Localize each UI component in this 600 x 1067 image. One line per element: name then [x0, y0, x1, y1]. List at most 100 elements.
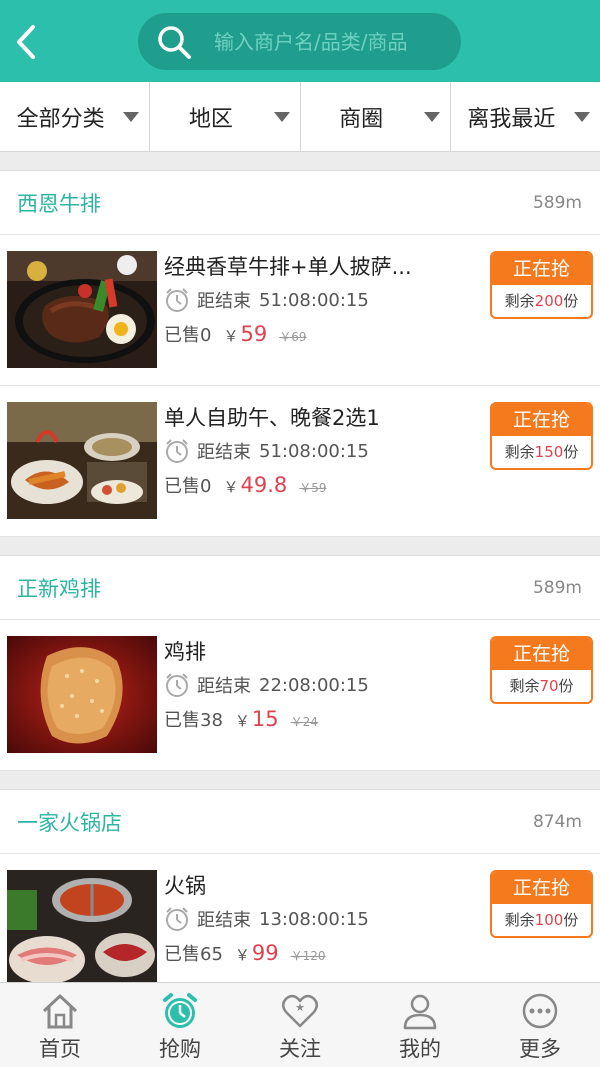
countdown-value: 51:08:00:15: [259, 289, 369, 311]
shop-name: 西恩牛排: [17, 191, 101, 216]
deal-image-hotpot: [7, 870, 157, 982]
original-price: ￥24: [290, 715, 318, 729]
countdown-label: 距结束: [197, 910, 251, 931]
filter-sort-distance[interactable]: 离我最近: [451, 82, 600, 151]
shop-header[interactable]: 西恩牛排 589m: [0, 171, 600, 235]
tab-label: 更多: [519, 1037, 561, 1061]
deal-price-row: 已售38 ￥ 15 ￥24: [164, 706, 318, 732]
deal-countdown: 距结束 51:08:00:15: [164, 438, 369, 464]
grab-badge[interactable]: 正在抢 剩余150份: [490, 402, 593, 470]
filter-category[interactable]: 全部分类: [0, 82, 151, 151]
shop-name: 正新鸡排: [17, 576, 101, 601]
deal-price: 99: [251, 941, 279, 965]
home-icon: [42, 994, 78, 1029]
deal-title: 经典香草牛排+单人披萨...: [164, 255, 412, 279]
search-icon: [152, 20, 196, 64]
filter-region[interactable]: 地区: [150, 82, 301, 151]
search-input[interactable]: [214, 29, 454, 54]
deal-countdown: 距结束 22:08:00:15: [164, 672, 369, 698]
sold-count: 已售38: [164, 710, 223, 731]
deal-countdown: 距结束 13:08:00:15: [164, 906, 369, 932]
grab-button-label: 正在抢: [492, 638, 591, 670]
remaining-count: 100: [534, 911, 564, 929]
dropdown-triangle-icon: [123, 112, 140, 122]
currency-symbol: ￥: [223, 327, 239, 345]
shop-header[interactable]: 一家火锅店 874m: [0, 790, 600, 854]
filter-label: 商圈: [339, 106, 384, 132]
deal-image-steak: [7, 251, 157, 368]
tab-more[interactable]: 更多: [480, 983, 600, 1067]
original-price: ￥59: [299, 481, 327, 495]
alarm-clock-icon: [166, 907, 188, 931]
alarm-clock-icon: [166, 288, 188, 312]
original-price: ￥69: [279, 330, 307, 344]
shop-distance: 874m: [532, 811, 582, 832]
dropdown-triangle-icon: [273, 112, 290, 122]
tab-label: 抢购: [159, 1037, 201, 1061]
remaining-prefix: 剩余: [504, 911, 535, 929]
sold-count: 已售0: [164, 476, 212, 497]
tab-flash-sale[interactable]: 抢购: [120, 983, 240, 1067]
deal-item[interactable]: 火锅 距结束 13:08:00:15 已售65 ￥ 99 ￥120 正在抢 剩余…: [0, 854, 600, 982]
shop-distance: 589m: [532, 577, 582, 598]
countdown-label: 距结束: [197, 676, 251, 697]
remaining-suffix: 份: [558, 677, 574, 695]
sold-count: 已售65: [164, 944, 223, 965]
grab-badge[interactable]: 正在抢 剩余100份: [490, 870, 593, 938]
remaining-count: 150: [534, 443, 564, 461]
grab-badge[interactable]: 正在抢 剩余200份: [490, 251, 593, 319]
currency-symbol: ￥: [223, 478, 239, 496]
bottom-tab-bar: 首页 抢购 ★ 关注 我的 更多: [0, 982, 600, 1067]
countdown-label: 距结束: [197, 291, 251, 312]
deal-price-row: 已售0 ￥ 59 ￥69: [164, 321, 306, 347]
back-button[interactable]: [8, 20, 44, 64]
tab-mine[interactable]: 我的: [360, 983, 480, 1067]
tab-label: 关注: [279, 1037, 321, 1061]
alarm-clock-icon: [163, 993, 197, 1028]
filter-bar: 全部分类 地区 商圈 离我最近: [0, 82, 600, 152]
countdown-value: 22:08:00:15: [259, 674, 369, 696]
deal-title: 单人自助午、晚餐2选1: [164, 406, 380, 430]
heart-icon: ★: [282, 994, 318, 1028]
sold-count: 已售0: [164, 325, 212, 346]
tab-follow[interactable]: ★ 关注: [240, 983, 360, 1067]
deal-title: 火锅: [164, 874, 206, 898]
deal-price: 59: [240, 322, 268, 346]
remaining-prefix: 剩余: [504, 292, 535, 310]
filter-business-district[interactable]: 商圈: [301, 82, 451, 151]
alarm-clock-icon: [166, 673, 188, 697]
remaining-stock: 剩余100份: [492, 904, 591, 936]
tab-home[interactable]: 首页: [0, 983, 120, 1067]
deal-countdown: 距结束 51:08:00:15: [164, 287, 369, 313]
shop-header[interactable]: 正新鸡排 589m: [0, 556, 600, 620]
top-bar: [0, 0, 600, 82]
shop-card: 一家火锅店 874m 火锅 距结束 13:08:00:15 已售65 ￥ 99 …: [0, 789, 600, 982]
deal-price: 15: [251, 707, 279, 731]
deal-item[interactable]: 单人自助午、晚餐2选1 距结束 51:08:00:15 已售0 ￥ 49.8 ￥…: [0, 386, 600, 537]
remaining-suffix: 份: [563, 292, 579, 310]
search-box[interactable]: [138, 13, 461, 70]
grab-badge[interactable]: 正在抢 剩余70份: [490, 636, 593, 704]
deal-item[interactable]: 鸡排 距结束 22:08:00:15 已售38 ￥ 15 ￥24 正在抢 剩余7…: [0, 620, 600, 771]
countdown-value: 13:08:00:15: [259, 908, 369, 930]
shop-distance: 589m: [532, 192, 582, 213]
back-arrow-icon: [17, 25, 35, 59]
remaining-prefix: 剩余: [504, 443, 535, 461]
shop-card: 正新鸡排 589m 鸡排 距结束 22:08:00:15 已售38 ￥ 15 ￥…: [0, 555, 600, 771]
countdown-label: 距结束: [197, 442, 251, 463]
remaining-stock: 剩余150份: [492, 436, 591, 468]
deal-price: 49.8: [240, 473, 288, 497]
deal-title: 鸡排: [164, 640, 206, 664]
remaining-count: 200: [534, 292, 564, 310]
deal-price-row: 已售65 ￥ 99 ￥120: [164, 940, 326, 966]
grab-button-label: 正在抢: [492, 872, 591, 904]
grab-button-label: 正在抢: [492, 253, 591, 285]
remaining-suffix: 份: [563, 443, 579, 461]
currency-symbol: ￥: [234, 946, 250, 964]
deal-list[interactable]: 西恩牛排 589m 经典香草牛排+单人披萨... 距结束 51:08:00:15…: [0, 152, 600, 982]
currency-symbol: ￥: [234, 712, 250, 730]
deal-image-buffet: [7, 402, 157, 519]
alarm-clock-icon: [166, 439, 188, 463]
remaining-stock: 剩余70份: [492, 670, 591, 702]
deal-item[interactable]: 经典香草牛排+单人披萨... 距结束 51:08:00:15 已售0 ￥ 59 …: [0, 235, 600, 386]
